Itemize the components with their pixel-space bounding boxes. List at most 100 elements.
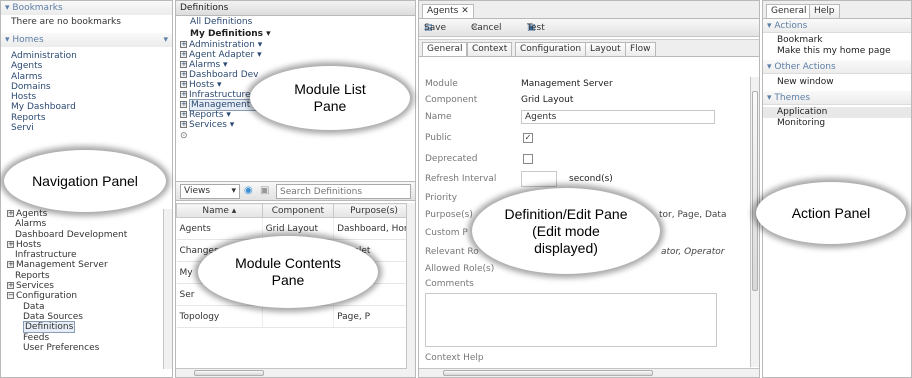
home-link[interactable]: Agents — [11, 61, 172, 71]
scroll-thumb[interactable] — [443, 370, 653, 376]
tab-configuration[interactable]: Configuration — [515, 42, 587, 56]
tree-item[interactable]: − Configuration — [7, 291, 172, 301]
expand-icon[interactable]: + — [180, 111, 187, 118]
views-combo[interactable]: Views ▾ — [180, 184, 240, 199]
home-link[interactable]: Reports — [11, 113, 172, 123]
delete-icon[interactable]: ▣ — [260, 185, 269, 196]
homes-filter-icon[interactable]: ▾ — [163, 33, 168, 47]
home-link[interactable]: Servi — [11, 123, 172, 133]
refresh-unit: second(s) — [569, 174, 613, 184]
search-input[interactable] — [276, 184, 411, 199]
scroll-thumb[interactable] — [752, 91, 758, 291]
home-link[interactable]: My Dashboard — [11, 102, 172, 112]
expand-icon[interactable]: + — [180, 71, 187, 78]
home-link[interactable]: Hosts — [11, 92, 172, 102]
other-actions-header-label: Other Actions — [774, 62, 836, 72]
edit-vscrollbar[interactable] — [750, 77, 759, 367]
home-link[interactable]: Alarms — [11, 72, 172, 82]
my-definitions-link[interactable]: My Definitions ▾ — [176, 28, 415, 40]
tree-item-label: Agents — [16, 209, 48, 219]
expand-icon[interactable]: + — [7, 210, 14, 217]
tree-item[interactable]: Infrastructure — [7, 250, 172, 260]
column-header[interactable]: Component — [261, 203, 335, 218]
nav-scrollbar[interactable] — [163, 209, 172, 369]
themes-header[interactable]: ▾ Themes — [763, 91, 911, 105]
tree-item[interactable]: Data — [7, 302, 172, 312]
column-header[interactable]: Name ▴ — [176, 203, 263, 218]
expand-icon[interactable]: + — [180, 61, 187, 68]
home-link[interactable]: Administration — [11, 51, 172, 61]
tree-item[interactable]: Reports — [7, 271, 172, 281]
actions-header[interactable]: ▾ Actions — [763, 19, 911, 33]
expand-icon[interactable]: + — [180, 51, 187, 58]
module-hscrollbar[interactable] — [176, 368, 415, 377]
cancel-label: Cancel — [471, 23, 502, 33]
edit-toolbar: ▤ Save ✕ Cancel ▣ Test — [419, 19, 759, 37]
add-icon[interactable]: ◉ — [244, 185, 253, 196]
tab-context[interactable]: Context — [467, 42, 513, 56]
tree-item[interactable]: Definitions — [7, 321, 172, 334]
other-item[interactable]: New window — [763, 77, 911, 88]
tree-item[interactable]: Dashboard Development — [7, 230, 172, 240]
actions-header-label: Actions — [774, 21, 808, 31]
module-item[interactable]: + Agent Adapter ▾ — [176, 50, 415, 60]
tree-item[interactable]: + Services — [7, 281, 172, 291]
tab-layout[interactable]: Layout — [585, 42, 626, 56]
expand-icon[interactable]: + — [7, 240, 14, 248]
homes-header[interactable]: ▾ Homes ▾ — [1, 33, 172, 47]
expand-icon[interactable]: + — [7, 282, 14, 290]
bookmarks-header[interactable]: ▾ Bookmarks — [1, 1, 172, 15]
themes-item[interactable]: Monitoring — [763, 118, 911, 129]
tree-item-label: Services — [16, 281, 54, 292]
refresh-interval-field[interactable] — [521, 171, 557, 187]
public-label: Public — [425, 133, 452, 143]
tree-item-label: Management Server — [16, 260, 108, 271]
module-vscrollbar[interactable] — [406, 203, 415, 369]
other-actions-header[interactable]: ▾ Other Actions — [763, 60, 911, 74]
tree-item[interactable]: + Management Server — [7, 260, 172, 270]
themes-item[interactable]: Application — [763, 107, 911, 118]
edit-hscrollbar[interactable] — [419, 368, 759, 377]
views-toolbar: Views ▾ ◉ ▣ — [176, 181, 415, 201]
expand-icon[interactable]: + — [180, 101, 187, 108]
expand-icon[interactable]: + — [180, 81, 187, 88]
tab-help[interactable]: Help — [809, 4, 840, 18]
edit-tab-strip: Agents ✕ — [419, 1, 759, 19]
table-row[interactable]: Topology Page, P — [176, 305, 415, 328]
tree-item[interactable]: Feeds — [7, 333, 172, 343]
tree-item[interactable]: Alarms — [7, 219, 172, 229]
tab-general[interactable]: General — [766, 4, 812, 18]
expand-icon[interactable]: + — [180, 121, 187, 128]
relevant-roles-value[interactable]: ator, Operator — [661, 245, 724, 259]
tree-item-label: Definitions — [23, 321, 76, 334]
tree-item-label: Dashboard Development — [15, 229, 128, 240]
public-checkbox[interactable]: ✓ — [523, 133, 533, 143]
deprecated-checkbox[interactable] — [523, 154, 533, 164]
expand-icon[interactable]: + — [180, 41, 187, 48]
module-item[interactable]: + Administration ▾ — [176, 40, 415, 50]
tab-agents[interactable]: Agents ✕ — [422, 4, 474, 18]
purpose-value[interactable]: tor, Page, Data — [659, 208, 726, 222]
component-value: Grid Layout — [521, 95, 574, 105]
homes-list: Administration Agents Alarms Domains Hosts My… — [1, 47, 172, 133]
all-definitions-link[interactable]: All Definitions — [176, 16, 415, 28]
tree-item[interactable]: + Hosts — [7, 240, 172, 250]
collapse-icon[interactable]: − — [7, 292, 14, 300]
comments-textarea[interactable] — [425, 293, 717, 347]
actions-item[interactable]: Bookmark — [763, 35, 911, 46]
scroll-thumb[interactable] — [194, 370, 264, 376]
expand-icon[interactable]: + — [7, 261, 14, 269]
name-field[interactable]: Agents — [521, 110, 715, 124]
module-item-label: Dashboard Dev — [189, 70, 259, 80]
column-header[interactable]: Purpose(s) — [333, 203, 415, 218]
tab-flow[interactable]: Flow — [625, 42, 656, 56]
tree-item[interactable]: User Preferences — [7, 343, 172, 353]
close-icon[interactable]: ✕ — [461, 6, 469, 16]
home-link[interactable]: Domains — [11, 82, 172, 92]
actions-item[interactable]: Make this my home page — [763, 46, 911, 57]
tab-general[interactable]: General — [422, 42, 468, 56]
help-icon[interactable]: ⊙ — [176, 130, 415, 142]
expand-icon[interactable]: + — [180, 91, 187, 98]
tab-agents-label: Agents — [427, 6, 459, 16]
name-label: Name — [425, 112, 452, 122]
